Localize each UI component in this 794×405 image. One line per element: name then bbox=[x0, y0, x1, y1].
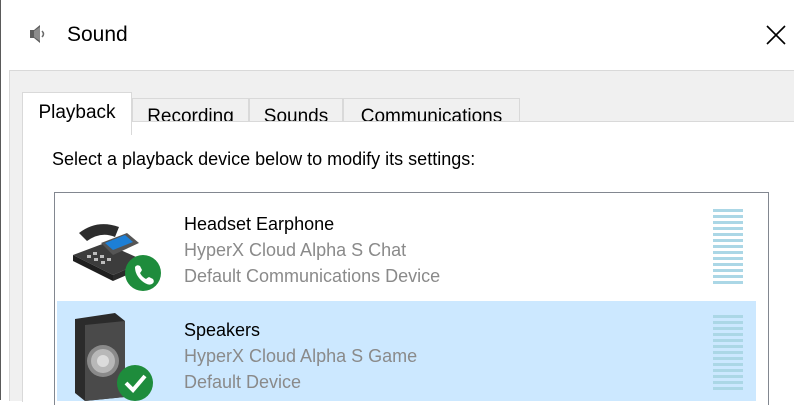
close-button[interactable] bbox=[757, 16, 794, 54]
close-icon bbox=[766, 25, 786, 45]
dialog-client-area: Playback Recording Sounds Communications… bbox=[9, 70, 794, 405]
device-status: Default Device bbox=[184, 372, 302, 392]
device-model: HyperX Cloud Alpha S Chat bbox=[184, 240, 407, 260]
speaker-icon bbox=[30, 25, 45, 43]
title-bar: Sound bbox=[1, 0, 794, 70]
volume-meter bbox=[713, 209, 743, 289]
speaker-icon bbox=[75, 313, 153, 401]
volume-meter bbox=[713, 315, 743, 395]
device-item-speakers[interactable]: Speakers HyperX Cloud Alpha S Game Defau… bbox=[57, 301, 756, 401]
tab-playback[interactable]: Playback bbox=[22, 92, 132, 135]
instruction-label: Select a playback device below to modify… bbox=[52, 149, 476, 169]
device-name: Speakers bbox=[184, 320, 261, 340]
green-phone-badge bbox=[125, 255, 161, 291]
device-model: HyperX Cloud Alpha S Game bbox=[184, 346, 418, 366]
device-list[interactable]: Headset Earphone HyperX Cloud Alpha S Ch… bbox=[54, 192, 769, 405]
device-item-headset-earphone[interactable]: Headset Earphone HyperX Cloud Alpha S Ch… bbox=[57, 195, 756, 295]
headset-phone-icon bbox=[73, 224, 161, 291]
window-title: Sound bbox=[67, 23, 128, 46]
green-check-badge bbox=[117, 365, 153, 401]
playback-panel: Select a playback device below to modify… bbox=[22, 121, 794, 405]
device-status: Default Communications Device bbox=[184, 266, 441, 286]
device-name: Headset Earphone bbox=[184, 214, 335, 234]
